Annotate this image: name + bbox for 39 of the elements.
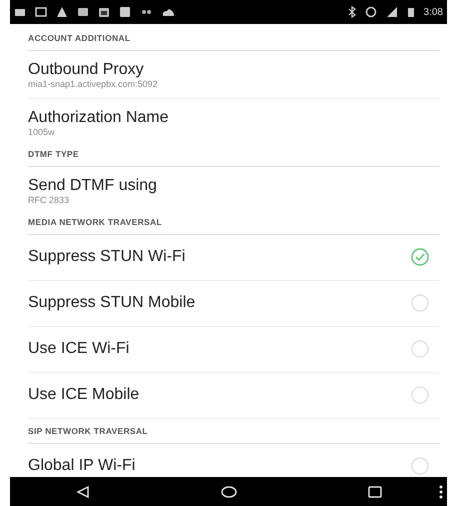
unchecked-circle-icon[interactable] <box>411 294 429 312</box>
unchecked-circle-icon[interactable] <box>411 340 429 358</box>
setting-title: Outbound Proxy <box>28 60 144 80</box>
calendar-icon <box>98 6 110 18</box>
checked-circle-icon[interactable] <box>411 248 429 266</box>
setting-title: Use ICE Wi-Fi <box>28 340 130 358</box>
section-header: ACCOUNT ADDITIONAL <box>28 24 439 51</box>
preference-row[interactable]: Authorization Name 1005w <box>28 98 439 142</box>
setting-title: Send DTMF using <box>28 176 157 196</box>
recents-icon[interactable] <box>368 486 382 498</box>
setting-summary: RFC 2833 <box>28 195 70 206</box>
cloud-icon <box>161 6 175 18</box>
home-icon[interactable] <box>220 486 236 498</box>
setting-title: Suppress STUN Wi-Fi <box>28 248 186 266</box>
unchecked-circle-icon[interactable] <box>411 457 429 476</box>
bluetooth-icon <box>348 6 356 18</box>
setting-title: Authorization Name <box>28 108 169 128</box>
setting-title: Use ICE Mobile <box>28 386 140 404</box>
warning-icon <box>56 6 68 18</box>
message-icon <box>35 6 47 18</box>
checkbox-row[interactable]: Suppress STUN Mobile <box>28 280 439 327</box>
overflow-menu-icon[interactable] <box>439 485 443 499</box>
section-header: DTMF TYPE <box>28 142 439 167</box>
setting-title: Global IP Wi-Fi <box>28 456 136 476</box>
section-header: SIP NETWORK TRAVERSAL <box>28 418 439 444</box>
unchecked-circle-icon[interactable] <box>411 386 429 404</box>
preference-row[interactable]: Send DTMF using RFC 2833 <box>28 166 439 210</box>
clock-time: 3:08 <box>424 6 443 20</box>
checkbox-row[interactable]: Use ICE Mobile <box>28 372 439 419</box>
section-header: MEDIA NETWORK TRAVERSAL <box>28 210 439 235</box>
setting-summary: 1005w <box>28 127 55 138</box>
checkbox-row[interactable]: Suppress STUN Wi-Fi <box>28 234 439 281</box>
signal-icon <box>386 6 398 18</box>
setting-title: Suppress STUN Mobile <box>28 294 196 312</box>
setting-summary: mia1-snap1.activepbx.com:5092 <box>28 79 158 90</box>
checkbox-row[interactable]: Use ICE Wi-Fi <box>28 326 439 373</box>
battery-icon <box>406 6 415 18</box>
alarm-icon <box>364 6 377 18</box>
back-icon[interactable] <box>76 484 90 498</box>
